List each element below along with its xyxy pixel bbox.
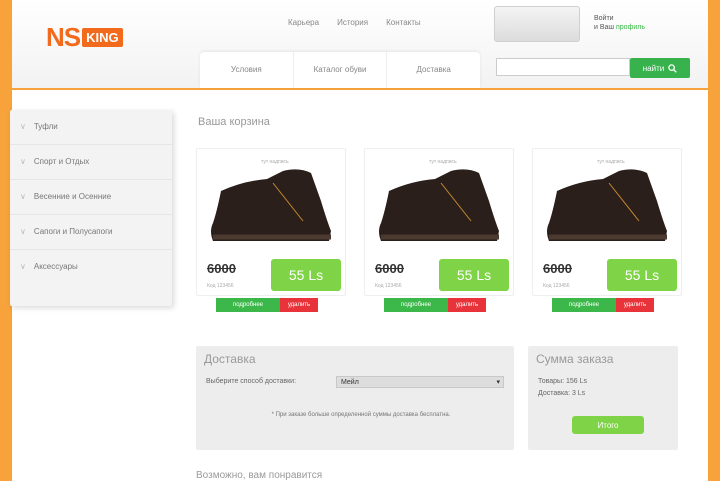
- summary-goods: Товары: 156 Ls: [538, 378, 587, 385]
- delivery-note: * При заказе больше определенной суммы д…: [271, 412, 451, 418]
- details-button[interactable]: подробнее: [552, 298, 616, 312]
- sidebar-item-sport[interactable]: ∨ Спорт и Отдых: [10, 145, 172, 180]
- search-icon: [668, 63, 678, 73]
- sidebar-item-label: Весенние и Осенние: [33, 192, 112, 201]
- sidebar-item-shoes[interactable]: ∨ Туфли: [10, 110, 172, 145]
- remove-button[interactable]: удалить: [616, 298, 654, 312]
- summary-delivery: Доставка: 3 Ls: [538, 390, 586, 397]
- chevron-icon: ∨: [20, 227, 26, 236]
- tab-catalog[interactable]: Каталог обуви: [294, 52, 388, 88]
- delivery-label: Выберите способ доставки:: [206, 378, 297, 385]
- chevron-icon: ∨: [20, 122, 26, 131]
- logo-ns: NS: [46, 22, 81, 52]
- main-tabs: Условия Каталог обуви Доставка: [200, 52, 480, 88]
- nav-item-history[interactable]: История: [337, 18, 368, 27]
- product-actions: подробнее удалить: [552, 298, 654, 312]
- chevron-icon: ∨: [20, 157, 26, 166]
- product-code: Код 123456: [207, 283, 234, 289]
- product-actions: подробнее удалить: [216, 298, 318, 312]
- remove-button[interactable]: удалить: [280, 298, 318, 312]
- price-button[interactable]: 55 Ls: [271, 259, 341, 291]
- recommendations-title: Возможно, вам понравится: [196, 470, 323, 481]
- product-list: тут надпись 6000 Код 123456 55 Ls тут на…: [196, 148, 682, 296]
- page: NS KING Карьера История Контакты Войти и…: [10, 0, 708, 481]
- logo[interactable]: NS KING: [46, 22, 123, 53]
- order-button[interactable]: Итого: [572, 416, 644, 434]
- product-card[interactable]: тут надпись 6000 Код 123456 55 Ls: [196, 148, 346, 296]
- header: NS KING Карьера История Контакты Войти и…: [12, 0, 708, 90]
- sidebar-item-label: Сапоги и Полусапоги: [33, 227, 113, 236]
- delivery-select[interactable]: Мейл ▾: [336, 376, 504, 388]
- delivery-panel: Доставка Выберите способ доставки: Мейл …: [196, 346, 514, 450]
- delivery-select-value: Мейл: [341, 379, 359, 386]
- boot-image: [211, 169, 331, 241]
- details-button[interactable]: подробнее: [384, 298, 448, 312]
- price-button[interactable]: 55 Ls: [439, 259, 509, 291]
- boot-image: [547, 169, 667, 241]
- old-price: 6000: [375, 261, 404, 276]
- category-sidebar: ∨ Туфли ∨ Спорт и Отдых ∨ Весенние и Осенни…: [10, 110, 172, 306]
- sidebar-item-label: Туфли: [33, 122, 58, 131]
- page-title: Ваша корзина: [198, 116, 270, 128]
- chevron-icon: ∨: [20, 262, 26, 271]
- chevron-down-icon: ▾: [496, 379, 500, 386]
- product-card[interactable]: тут надпись 6000 Код 123456 55 Ls: [532, 148, 682, 296]
- sidebar-item-boots[interactable]: ∨ Сапоги и Полусапоги: [10, 215, 172, 250]
- card-actions: подробнее удалить подробнее удалить подр…: [216, 298, 720, 312]
- remove-button[interactable]: удалить: [448, 298, 486, 312]
- old-price: 6000: [543, 261, 572, 276]
- product-code: Код 123456: [375, 283, 402, 289]
- tab-delivery[interactable]: Доставка: [387, 52, 480, 88]
- sidebar-item-label: Спорт и Отдых: [33, 157, 90, 166]
- details-button[interactable]: подробнее: [216, 298, 280, 312]
- product-code: Код 123456: [543, 283, 570, 289]
- user-box: Войти и Ваш профиль: [594, 14, 645, 32]
- sidebar-item-seasonal[interactable]: ∨ Весенние и Осенние: [10, 180, 172, 215]
- summary-title: Сумма заказа: [536, 352, 614, 366]
- product-card[interactable]: тут надпись 6000 Код 123456 55 Ls: [364, 148, 514, 296]
- user-link[interactable]: профиль: [616, 24, 645, 31]
- order-summary: Сумма заказа Товары: 156 Ls Доставка: 3 …: [528, 346, 678, 450]
- tab-conditions[interactable]: Условия: [200, 52, 294, 88]
- cart-button[interactable]: [494, 6, 580, 42]
- search-button[interactable]: найти: [630, 58, 690, 78]
- top-nav: Карьера История Контакты: [288, 18, 421, 27]
- price-button[interactable]: 55 Ls: [607, 259, 677, 291]
- search-input[interactable]: [496, 58, 630, 76]
- old-price: 6000: [207, 261, 236, 276]
- delivery-title: Доставка: [204, 352, 256, 366]
- search-button-label: найти: [642, 63, 665, 73]
- logo-king: KING: [82, 28, 123, 47]
- nav-item-career[interactable]: Карьера: [288, 18, 319, 27]
- sidebar-item-accessories[interactable]: ∨ Аксессуары: [10, 250, 172, 284]
- chevron-icon: ∨: [20, 192, 26, 201]
- boot-image: [379, 169, 499, 241]
- nav-item-contacts[interactable]: Контакты: [386, 18, 421, 27]
- user-line1[interactable]: Войти: [594, 14, 645, 23]
- user-line2: и Ваш: [594, 24, 615, 31]
- sidebar-item-label: Аксессуары: [33, 262, 78, 271]
- product-actions: подробнее удалить: [384, 298, 486, 312]
